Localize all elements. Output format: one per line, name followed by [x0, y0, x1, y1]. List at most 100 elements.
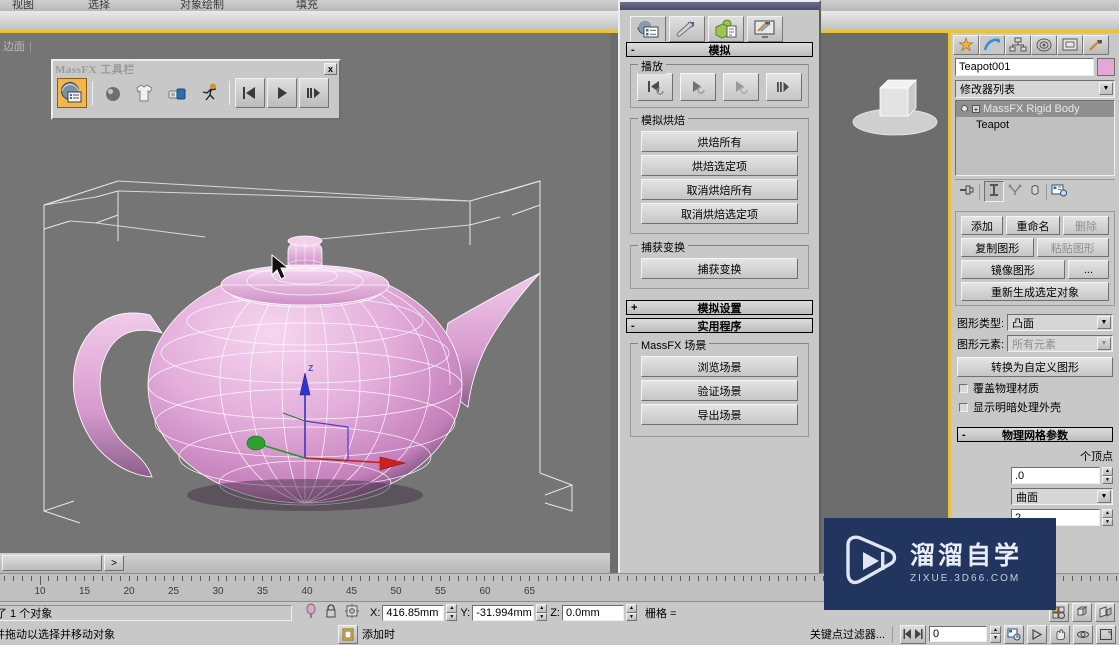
massfx-dialog-titlebar[interactable]	[620, 2, 819, 10]
world-tab[interactable]	[630, 16, 666, 42]
rigid-body-icon[interactable]	[98, 78, 128, 108]
chevron-down-icon[interactable]: ▼	[1097, 490, 1111, 503]
chevron-down-icon[interactable]: ▼	[1097, 337, 1111, 350]
main-toolbar[interactable]	[0, 11, 1119, 31]
export-scene-button[interactable]: 导出场景	[641, 404, 798, 425]
object-color-swatch[interactable]	[1097, 58, 1115, 76]
current-frame-spinner[interactable]: ▲ ▼	[990, 625, 1001, 643]
modifier-stack[interactable]: + MassFX Rigid Body Teapot	[955, 100, 1115, 176]
massfx-tools-dialog[interactable]: - 模拟 播放 模拟烘焙 烘焙所有 烘焙选定项 取消烘焙所有 取消烘焙选定项 捕…	[618, 0, 821, 645]
rename-button[interactable]: 重命名	[1006, 216, 1060, 235]
close-icon[interactable]: x	[324, 62, 337, 75]
cloth-icon[interactable]	[130, 78, 160, 108]
regenerate-selected-button[interactable]: 重新生成选定对象	[961, 282, 1109, 301]
key-filter-label[interactable]: 关键点过滤器...	[810, 626, 885, 642]
show-end-result-icon[interactable]	[984, 181, 1004, 202]
copy-shape-button[interactable]: 复制图形	[961, 238, 1034, 257]
z-field[interactable]: 0.0mm	[561, 604, 624, 621]
mirror-shape-button[interactable]: 镜像图形	[961, 260, 1065, 279]
chevron-down-icon[interactable]: ▼	[1099, 82, 1113, 95]
start-simulation-icon[interactable]	[267, 78, 297, 108]
start-simulation-button[interactable]	[680, 73, 716, 101]
vertex-count-field[interactable]: .0	[1011, 467, 1100, 484]
motion-tab[interactable]	[1031, 35, 1057, 55]
field-of-view-icon[interactable]	[1095, 603, 1115, 622]
convert-to-custom-shape-button[interactable]: 转换为自定义图形	[957, 357, 1113, 377]
z-spinner[interactable]: ▲ ▼	[625, 604, 637, 621]
lock-selection-icon[interactable]	[324, 603, 338, 622]
utilities-tab[interactable]	[1083, 35, 1109, 55]
mesh-type-combo[interactable]: 曲面 ▼	[1011, 488, 1113, 505]
capture-transform-button[interactable]: 捕获变换	[641, 258, 798, 279]
simulation-rollup[interactable]: - 模拟	[626, 42, 813, 57]
expand-icon[interactable]: +	[972, 105, 980, 114]
menu-item-3[interactable]: 填充	[296, 0, 318, 11]
display-tab[interactable]	[1057, 35, 1083, 55]
modifier-list-combo[interactable]: 修改器列表 ▼	[955, 80, 1115, 98]
explore-scene-button[interactable]: 浏览场景	[641, 356, 798, 377]
shape-element-combo[interactable]: 所有元素 ▼	[1007, 335, 1113, 352]
time-slider[interactable]: >	[0, 553, 610, 573]
reset-simulation-icon[interactable]	[235, 78, 265, 108]
massfx-tools-icon[interactable]	[57, 78, 87, 108]
validate-scene-button[interactable]: 验证场景	[641, 380, 798, 401]
simulation-settings-rollup[interactable]: + 模拟设置	[626, 300, 813, 315]
utilities-rollup[interactable]: - 实用程序	[626, 318, 813, 333]
chevron-down-icon[interactable]: ▼	[1097, 316, 1111, 329]
menu-item-2[interactable]: 对象绘制	[180, 0, 224, 11]
pan-view-icon[interactable]	[1050, 624, 1070, 644]
paste-shape-button[interactable]: 粘贴图形	[1036, 238, 1109, 257]
time-slider-handle[interactable]	[2, 555, 102, 571]
x-spinner[interactable]: ▲ ▼	[446, 604, 458, 621]
object-name-field[interactable]: Teapot001	[955, 58, 1094, 76]
next-frame-button[interactable]: >	[104, 555, 124, 571]
display-shaded-hull-checkbox[interactable]	[959, 402, 968, 412]
pan-play-icon[interactable]	[1027, 624, 1047, 644]
start-without-animation-button[interactable]	[723, 73, 759, 101]
stack-item-massfx-rigid-body[interactable]: + MassFX Rigid Body	[956, 101, 1114, 117]
configure-modifier-sets-icon[interactable]	[1051, 183, 1067, 200]
display-tab[interactable]	[747, 16, 783, 42]
reset-button[interactable]	[637, 73, 673, 101]
time-configuration-icon[interactable]	[1004, 624, 1024, 644]
add-time-tag-icon[interactable]	[338, 624, 358, 644]
y-spinner[interactable]: ▲ ▼	[536, 604, 548, 621]
tools-tab[interactable]	[669, 16, 705, 42]
display-shaded-hull-row[interactable]: 显示明暗处理外壳	[959, 399, 1119, 415]
create-tab[interactable]	[953, 35, 979, 55]
maximize-viewport-icon[interactable]	[1096, 624, 1116, 644]
y-field[interactable]: -31.994mm	[472, 604, 535, 621]
ragdoll-icon[interactable]	[194, 78, 224, 108]
menu-item-0[interactable]: 视图	[12, 0, 34, 11]
override-physical-material-row[interactable]: 覆盖物理材质	[959, 380, 1119, 396]
multi-object-tab[interactable]	[708, 16, 744, 42]
add-button[interactable]: 添加	[961, 216, 1003, 235]
key-step-icon[interactable]	[900, 624, 926, 644]
massfx-toolbar-titlebar[interactable]: MassFX 工具栏 x	[53, 61, 339, 76]
physical-mesh-parameters-rollup[interactable]: - 物理网格参数	[957, 427, 1113, 442]
menu-item-1[interactable]: 选择	[88, 0, 110, 11]
remove-modifier-icon[interactable]	[1028, 183, 1042, 200]
delete-button[interactable]: 删除	[1063, 216, 1109, 235]
unbake-all-button[interactable]: 取消烘焙所有	[641, 179, 798, 200]
vertex-count-spinner[interactable]: ▲ ▼	[1102, 467, 1113, 484]
orbit-icon[interactable]	[1073, 624, 1093, 644]
modify-tab[interactable]	[979, 35, 1005, 55]
bake-all-button[interactable]: 烘焙所有	[641, 131, 798, 152]
make-unique-icon[interactable]	[1008, 183, 1024, 200]
more-button[interactable]: ...	[1067, 260, 1109, 279]
hierarchy-tab[interactable]	[1005, 35, 1031, 55]
constraint-icon[interactable]	[162, 78, 192, 108]
pin-stack-icon[interactable]	[959, 183, 975, 200]
step-simulation-icon[interactable]	[299, 78, 329, 108]
unbake-selected-button[interactable]: 取消烘焙选定项	[641, 203, 798, 224]
current-frame-field[interactable]: 0	[929, 626, 987, 642]
zoom-extents-icon[interactable]	[1072, 603, 1092, 622]
menu-bar[interactable]: 视图 选择 对象绘制 填充	[0, 0, 1119, 11]
stack-item-teapot[interactable]: Teapot	[956, 117, 1114, 133]
selection-lock-icon[interactable]	[304, 603, 318, 622]
shape-type-combo[interactable]: 凸面 ▼	[1007, 314, 1113, 331]
absolute-relative-mode-icon[interactable]	[344, 603, 360, 622]
override-physical-material-checkbox[interactable]	[959, 383, 968, 393]
mesh-value-spinner[interactable]: ▲ ▼	[1102, 509, 1113, 526]
